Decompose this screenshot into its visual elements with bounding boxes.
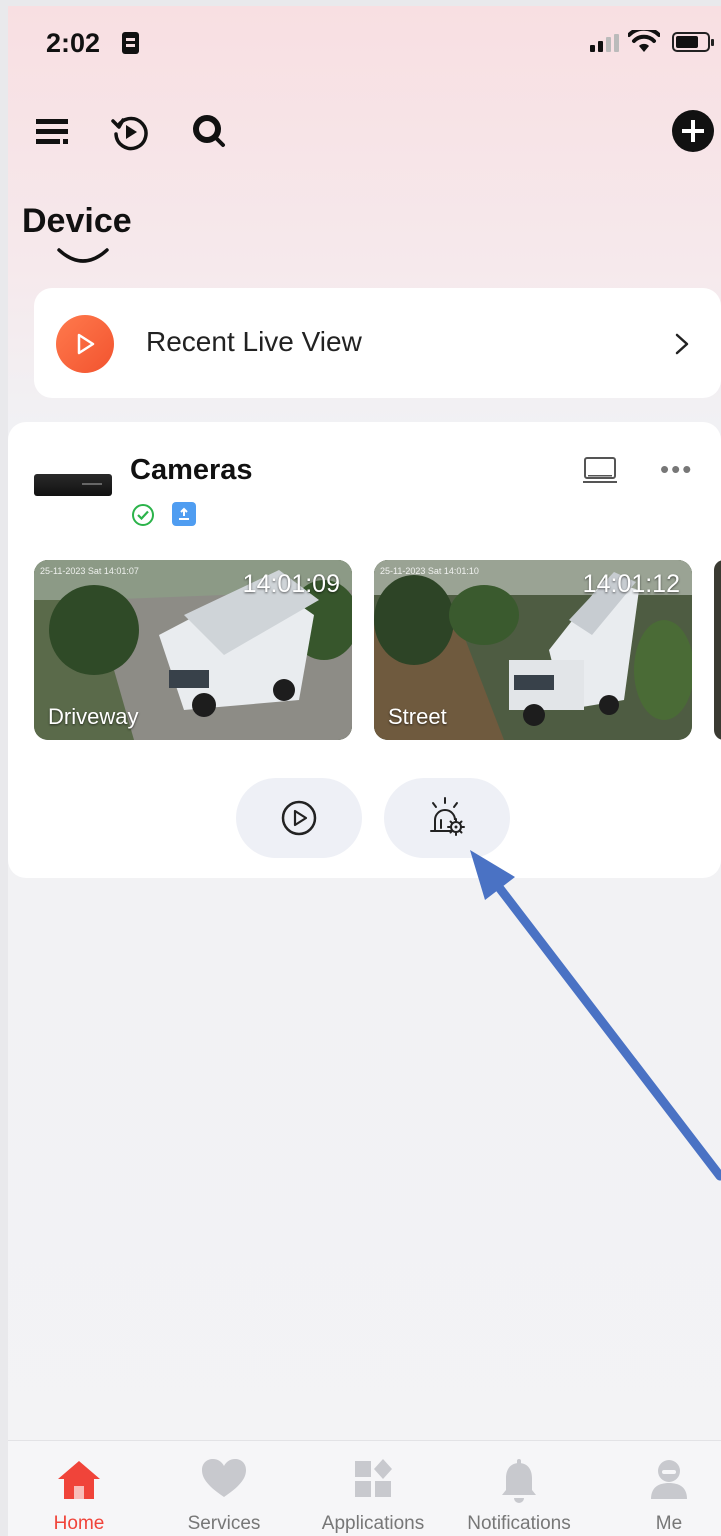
- home-icon: [58, 1461, 100, 1499]
- heart-icon: [202, 1459, 246, 1497]
- annotation-arrow: [470, 850, 721, 1181]
- person-icon: [651, 1460, 687, 1499]
- tab-label: Applications: [321, 1513, 425, 1534]
- tab-services[interactable]: Services: [153, 1441, 295, 1536]
- apps-icon: [355, 1459, 392, 1497]
- tab-label: Notifications: [467, 1513, 571, 1534]
- tab-label: Services: [187, 1513, 261, 1534]
- tab-me[interactable]: Me: [598, 1441, 721, 1536]
- tab-home[interactable]: Home: [8, 1441, 150, 1536]
- tab-notifications[interactable]: Notifications: [448, 1441, 590, 1536]
- bell-icon: [502, 1459, 536, 1503]
- tab-applications[interactable]: Applications: [302, 1441, 444, 1536]
- phone-screen: 2:02 Device Recent Live View Cameras •••…: [8, 6, 721, 1536]
- tab-label: Me: [655, 1513, 683, 1534]
- bottom-tab-bar: Home Services Applications Notifications…: [8, 1440, 721, 1536]
- tab-label: Home: [53, 1513, 105, 1534]
